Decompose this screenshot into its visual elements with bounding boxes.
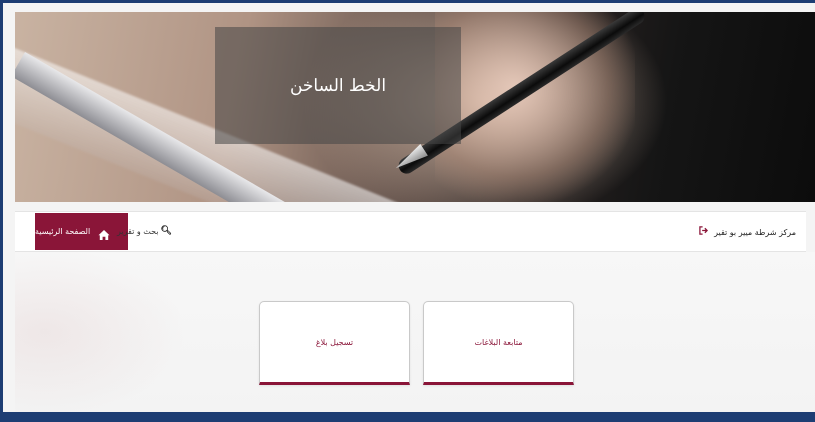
page-title: الخط الساخن <box>289 75 387 96</box>
register-report-card[interactable]: تسجيل بلاغ <box>259 301 410 385</box>
follow-reports-label: متابعة البلاغات <box>474 337 523 347</box>
station-info: مركز شرطة ميير بو تقير <box>699 226 796 238</box>
page-frame: الخط الساخن الصفحة الرئيسية بحث و تقرير … <box>0 0 815 422</box>
search-icon: 🔍︎ <box>160 226 172 236</box>
hero-title-box: الخط الساخن <box>215 27 461 144</box>
hero-banner: الخط الساخن <box>15 12 815 202</box>
register-report-label: تسجيل بلاغ <box>315 337 354 347</box>
home-button-label: الصفحة الرئيسية <box>35 227 91 236</box>
search-report-link[interactable]: بحث و تقرير 🔍︎ <box>117 226 172 236</box>
home-icon <box>98 226 110 240</box>
logout-icon[interactable] <box>699 226 709 238</box>
search-report-label: بحث و تقرير <box>117 226 159 236</box>
main-content: تسجيل بلاغ متابعة البلاغات <box>15 252 815 412</box>
follow-reports-card[interactable]: متابعة البلاغات <box>423 301 574 385</box>
station-name: مركز شرطة ميير بو تقير <box>714 227 796 237</box>
top-navbar: الصفحة الرئيسية بحث و تقرير 🔍︎ مركز شرطة… <box>15 211 806 252</box>
home-button[interactable]: الصفحة الرئيسية <box>35 213 128 250</box>
